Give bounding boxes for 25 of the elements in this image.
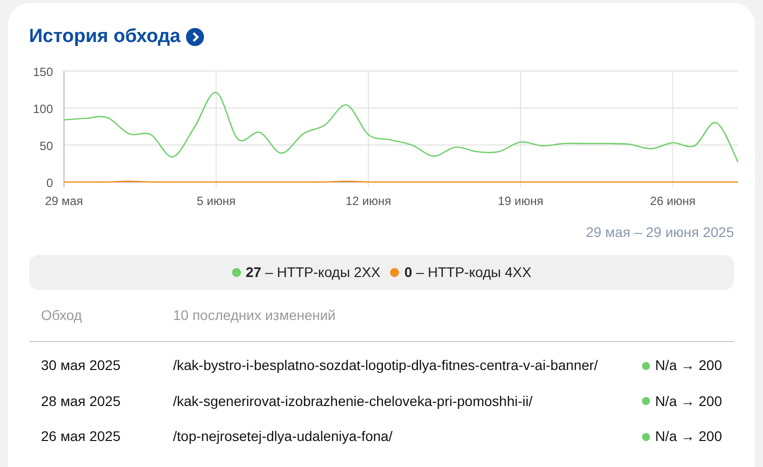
axis-label: 100 <box>32 102 53 116</box>
axis-label: 150 <box>32 65 53 79</box>
axis-label: 26 июня <box>650 194 696 208</box>
axis-label: 0 <box>46 176 53 190</box>
legend-label: 27 – HTTP-коды 2XX <box>246 263 380 282</box>
url-link[interactable]: /kak-sgenerirovat-izobrazhenie-cheloveka-pri-pomoshhi-ii/ <box>173 390 642 412</box>
status-change: N/a → 200 <box>655 392 722 411</box>
chevron-right-icon[interactable] <box>186 28 204 46</box>
axis-label: 50 <box>40 139 53 153</box>
section-title[interactable]: История обхода <box>29 22 180 52</box>
column-header: 10 последних изменений <box>173 306 336 325</box>
axis-label: 29 мая <box>44 194 84 208</box>
axis-label: 5 июня <box>196 194 236 208</box>
column-header: Обход <box>41 306 83 325</box>
table-cell-text: 26 мая 2025 <box>41 427 122 446</box>
table-cell-text: 30 мая 2025 <box>41 356 122 376</box>
legend-label: 0 – HTTP-коды 4XX <box>404 263 532 282</box>
table-cell-text: 28 мая 2025 <box>41 392 122 411</box>
url-link[interactable]: /top-nejrosetej-dlya-udaleniya-fona/ <box>173 426 642 448</box>
status-change: N/a → 200 <box>655 427 722 446</box>
date-range: 29 мая – 29 июня 2025 <box>586 223 734 242</box>
axis-label: 19 июня <box>498 194 544 208</box>
axis-label: 12 июня <box>346 194 392 208</box>
status-change: N/a → 200 <box>655 356 722 376</box>
url-link[interactable]: /kak-bystro-i-besplatno-sozdat-logotip-dlya-fitnes-centra-v-ai-banner/ <box>173 355 642 376</box>
